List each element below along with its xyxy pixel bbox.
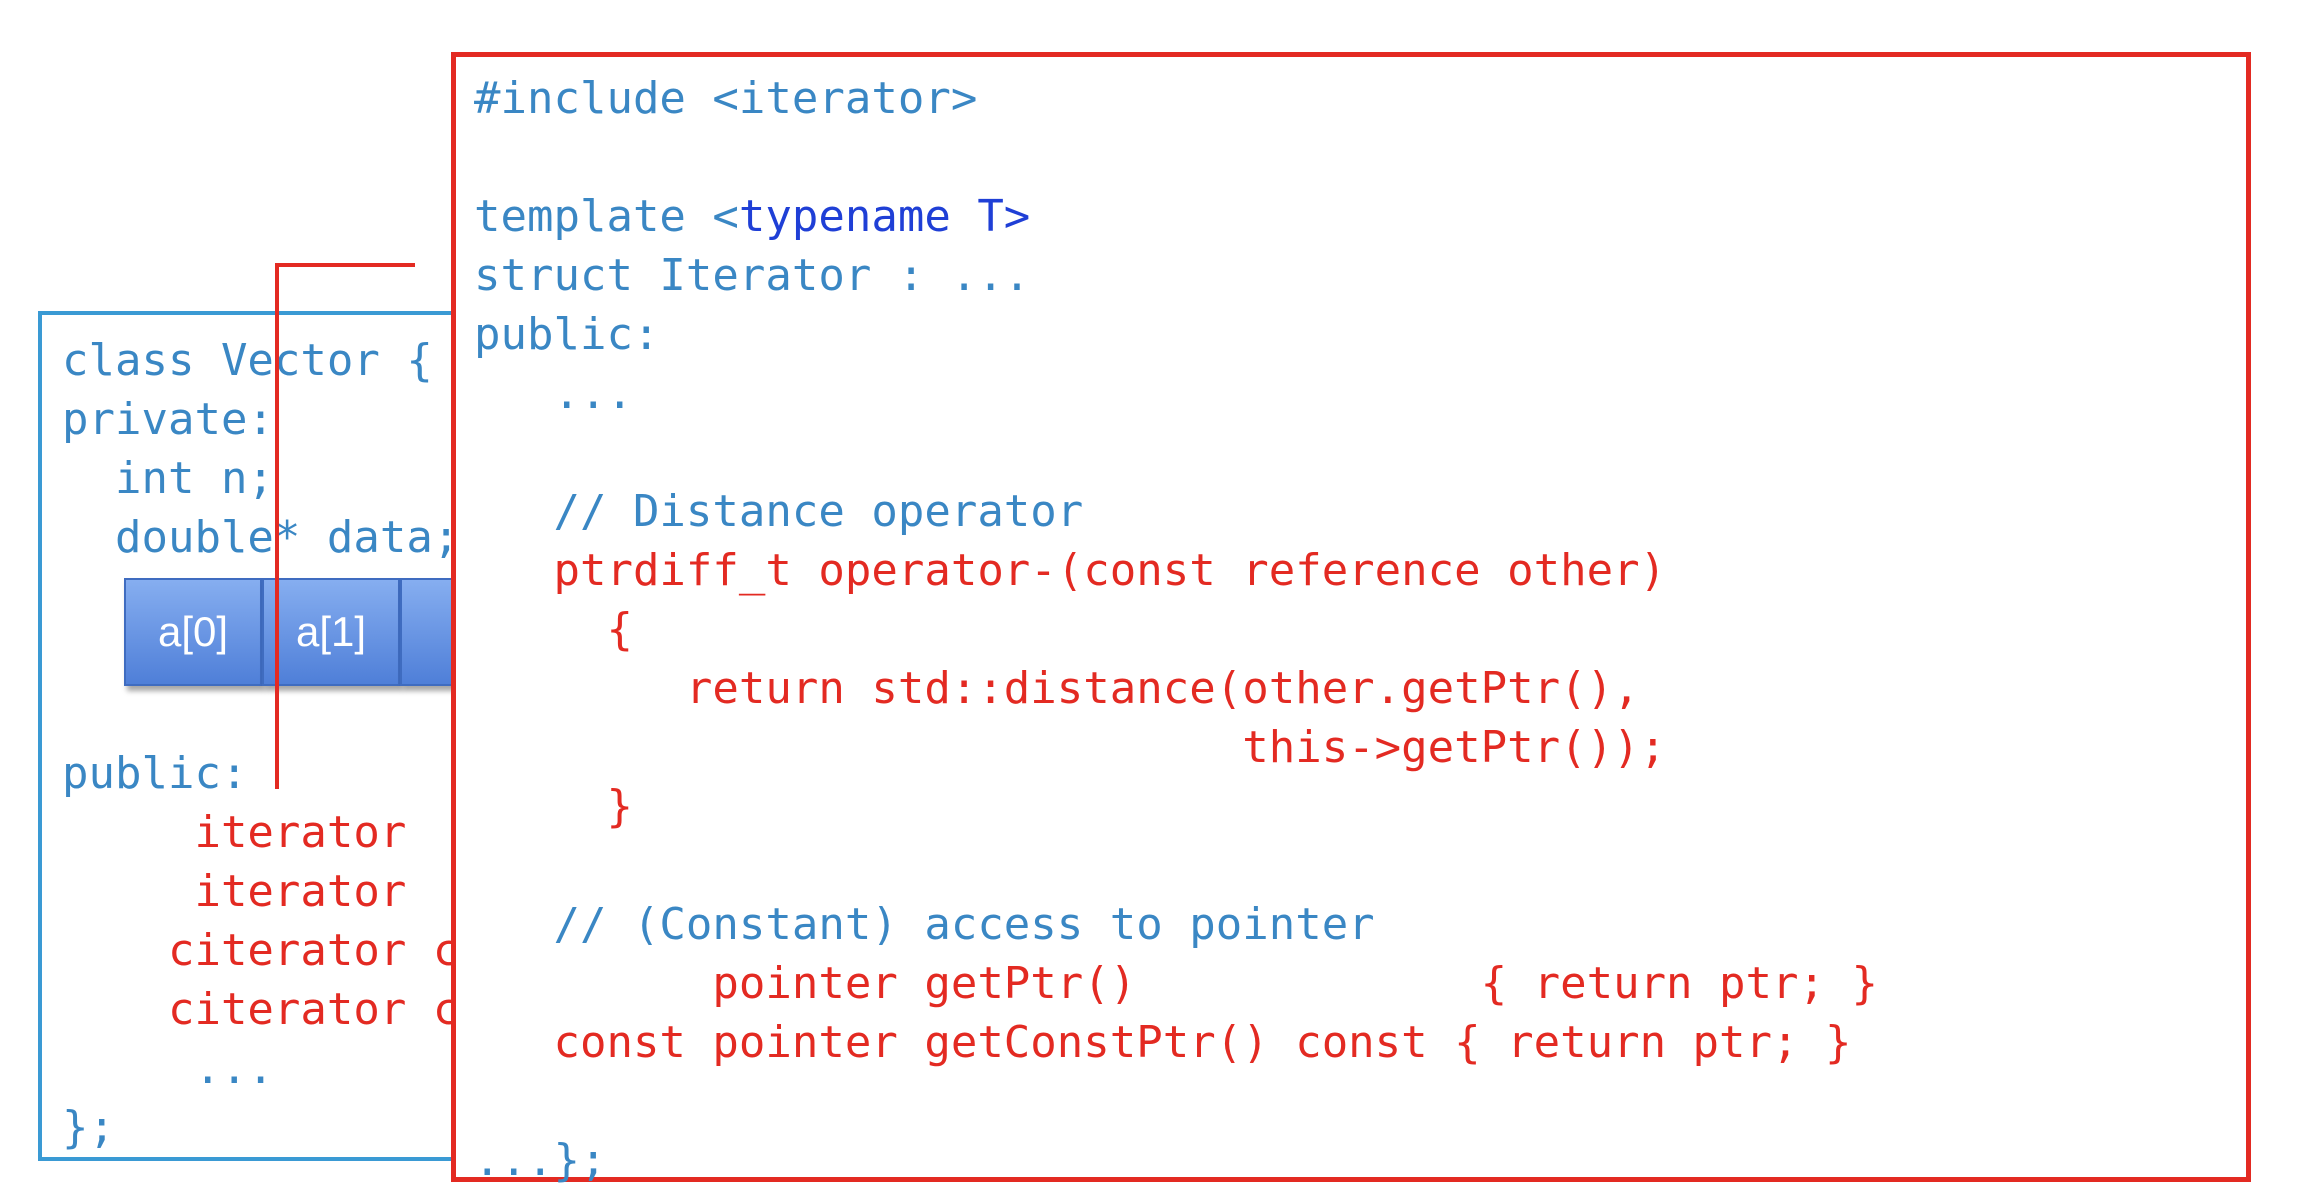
- connector-line-horizontal: [275, 263, 415, 267]
- array-cell-1: a[1]: [262, 578, 400, 686]
- public-line: public:: [474, 309, 660, 360]
- vector-line-close: };: [62, 1102, 115, 1153]
- vector-line-data: double* data;: [62, 512, 460, 563]
- vector-line-class: class Vector {: [62, 335, 433, 386]
- struct-line: struct Iterator : ...: [474, 250, 1031, 301]
- vector-code-block: class Vector { private: int n; double* d…: [62, 331, 459, 1157]
- return-line-1: return std::distance(other.getPtr(),: [474, 663, 1640, 714]
- getconstptr-line: const pointer getConstPtr() const { retu…: [474, 1017, 1852, 1068]
- vector-line-ellipsis: ...: [62, 1043, 274, 1094]
- comment-distance: // Distance operator: [474, 486, 1084, 537]
- include-line: #include <iterator>: [474, 73, 978, 124]
- ellipsis-line: ...: [474, 368, 633, 419]
- template-param: T>: [950, 191, 1031, 242]
- vector-line-iterator-1: iterator: [62, 807, 407, 858]
- open-brace: {: [474, 604, 633, 655]
- close-brace: }: [474, 781, 633, 832]
- iterator-struct-panel: #include <iterator> template <typename T…: [451, 52, 2251, 1186]
- vector-line-public: public:: [62, 748, 248, 799]
- iterator-code-block: #include <iterator> template <typename T…: [474, 69, 1878, 1190]
- vector-line-private: private:: [62, 394, 274, 445]
- operator-line: ptrdiff_t operator-(const reference othe…: [474, 545, 1667, 596]
- template-prefix: template <: [474, 191, 739, 242]
- typename-keyword: typename: [738, 191, 951, 242]
- end-line: ...};: [474, 1135, 607, 1186]
- vector-line-int-n: int n;: [62, 453, 274, 504]
- vector-line-iterator-2: iterator: [62, 866, 407, 917]
- vector-line-citerator-1: citerator c: [62, 925, 460, 976]
- connector-line-vertical: [275, 265, 279, 789]
- array-cell-0: a[0]: [124, 578, 262, 686]
- getptr-line: pointer getPtr() { return ptr; }: [474, 958, 1878, 1009]
- vector-line-citerator-2: citerator c: [62, 984, 460, 1035]
- return-line-2: this->getPtr());: [474, 722, 1667, 773]
- comment-access: // (Constant) access to pointer: [474, 899, 1375, 950]
